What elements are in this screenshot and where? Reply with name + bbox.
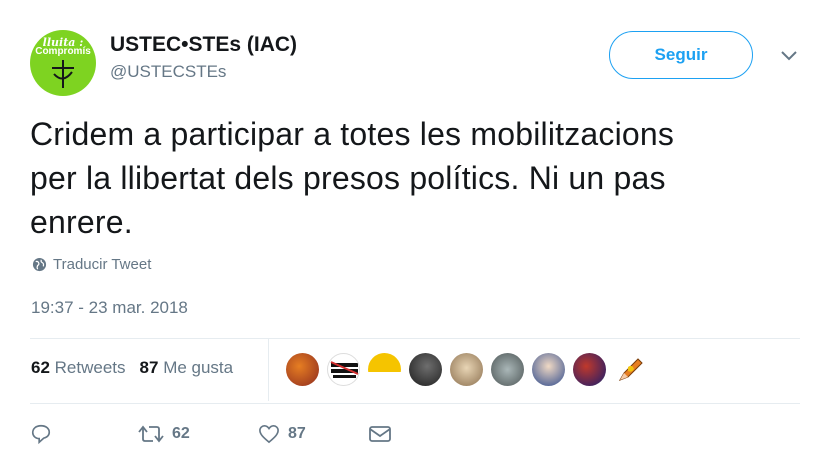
retweets-count: 62 [31, 358, 50, 377]
reply-icon [31, 424, 51, 445]
retweet-count: 62 [172, 425, 190, 442]
likes-count: 87 [139, 358, 159, 377]
liker-avatar[interactable] [327, 353, 360, 386]
heart-icon [259, 424, 279, 444]
globe-icon [32, 257, 47, 272]
retweet-action[interactable]: 62 [138, 424, 258, 444]
divider [30, 403, 800, 404]
avatar-logo-icon [52, 60, 74, 88]
liker-avatar[interactable] [450, 353, 483, 386]
liker-avatar[interactable] [409, 353, 442, 386]
stats-separator [268, 339, 269, 401]
tweet-line: Cridem a participar a totes les mobilitz… [30, 116, 675, 152]
liker-avatar[interactable] [491, 353, 524, 386]
tweet-line: enrere. [30, 204, 133, 240]
liker-avatar[interactable] [286, 353, 319, 386]
direct-message-action[interactable] [368, 424, 392, 444]
reply-action[interactable] [30, 423, 138, 445]
tweet-stats: 62 Retweets 87 Me gusta [31, 358, 233, 378]
retweet-icon [138, 425, 164, 443]
tweet-text: Cridem a participar a totes les mobilitz… [30, 112, 810, 244]
liker-avatar[interactable] [532, 353, 565, 386]
follow-button[interactable]: Seguir [609, 31, 753, 79]
liker-avatars [286, 353, 647, 386]
liker-avatar[interactable] [614, 353, 647, 386]
tweet-line: per la llibertat dels presos polítics. N… [30, 160, 666, 196]
liker-avatar[interactable] [573, 353, 606, 386]
llibertat-presos-politics-icon [330, 361, 359, 378]
pencil-ribbon-icon [618, 358, 643, 381]
user-avatar[interactable]: lluita : Compromís [30, 30, 96, 96]
user-handle[interactable]: @USTECSTEs [110, 62, 226, 82]
divider [30, 338, 800, 339]
like-action[interactable]: 87 [258, 424, 368, 444]
like-count: 87 [288, 425, 306, 442]
likes-stat[interactable]: 87 Me gusta [140, 358, 234, 378]
translate-tweet-link[interactable]: Traducir Tweet [32, 256, 151, 273]
translate-label[interactable]: Traducir Tweet [53, 256, 151, 273]
tweet-timestamp[interactable]: 19:37 - 23 mar. 2018 [31, 298, 188, 318]
tweet-actions: 62 87 [30, 423, 392, 445]
retweets-label: Retweets [54, 358, 126, 377]
likes-label: Me gusta [163, 358, 234, 377]
envelope-icon [369, 426, 391, 442]
retweets-stat[interactable]: 62 Retweets [31, 358, 126, 378]
chevron-down-icon[interactable] [780, 50, 798, 62]
avatar-text-mid: Compromís [35, 46, 91, 57]
liker-avatar[interactable] [368, 353, 401, 386]
user-display-name[interactable]: USTEC•STEs (IAC) [110, 33, 297, 57]
